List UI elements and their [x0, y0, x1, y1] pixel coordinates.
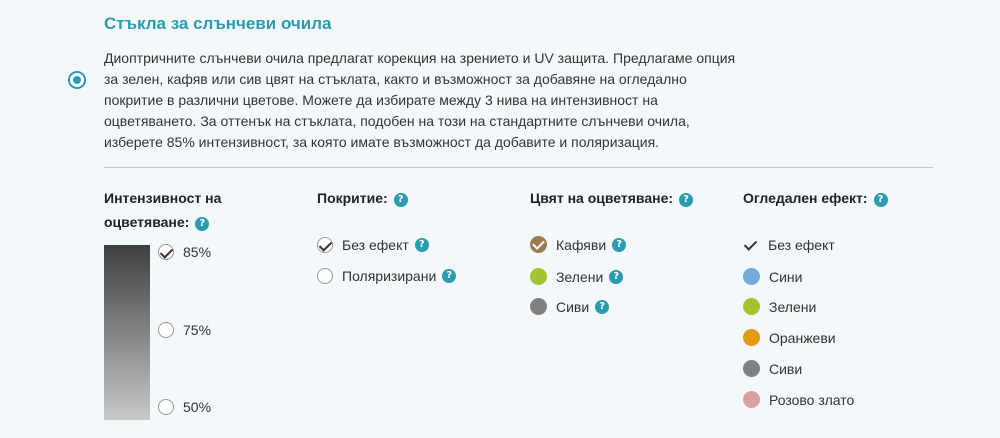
coating-option-none[interactable]: Без ефект?	[317, 237, 429, 253]
section-description: Диоптричните слънчеви очила предлагат ко…	[104, 50, 736, 150]
radio-icon	[158, 399, 174, 415]
gray-swatch-icon	[530, 298, 547, 315]
help-icon[interactable]: ?	[873, 193, 888, 207]
section-title: Стъкла за слънчеви очила	[104, 14, 332, 33]
green-swatch-icon	[530, 268, 547, 285]
check-icon	[158, 244, 174, 260]
intensity-option-85[interactable]: 85%	[158, 244, 211, 260]
tint-column: Цвят на оцветяване:?	[530, 186, 694, 210]
mirror-option-orange[interactable]: Оранжеви	[743, 329, 836, 346]
mirror-option-none[interactable]: Без ефект	[743, 237, 835, 253]
mirror-column: Огледален ефект:?	[743, 186, 888, 210]
help-icon[interactable]: ?	[195, 217, 210, 231]
coating-column: Покритие:?	[317, 186, 408, 210]
mirror-option-blue[interactable]: Сини	[743, 268, 802, 285]
brown-swatch-icon	[530, 236, 547, 253]
green-swatch-icon	[743, 298, 760, 315]
check-icon	[317, 237, 333, 253]
mirror-option-gray[interactable]: Сиви	[743, 360, 802, 377]
help-icon[interactable]: ?	[414, 238, 429, 252]
mirror-option-green[interactable]: Зелени	[743, 298, 816, 315]
lens-type-radio[interactable]	[68, 71, 86, 89]
help-icon[interactable]: ?	[595, 299, 610, 314]
tint-option-brown[interactable]: Кафяви?	[530, 236, 627, 253]
coating-title: Покритие:?	[317, 186, 408, 210]
help-icon[interactable]: ?	[393, 193, 408, 207]
help-icon[interactable]: ?	[679, 193, 694, 207]
tint-title: Цвят на оцветяване:?	[530, 186, 694, 210]
blue-swatch-icon	[743, 268, 760, 285]
radio-icon	[317, 268, 333, 284]
divider	[104, 167, 933, 168]
mirror-title: Огледален ефект:?	[743, 186, 888, 210]
intensity-option-75[interactable]: 75%	[158, 322, 211, 338]
tint-option-green[interactable]: Зелени?	[530, 268, 624, 285]
mirror-option-rose-gold[interactable]: Розово злато	[743, 391, 854, 408]
gray-swatch-icon	[743, 360, 760, 377]
intensity-title: Интензивност на оцветяване:?	[104, 190, 222, 231]
intensity-column: Интензивност на оцветяване:?	[104, 186, 221, 234]
check-icon	[743, 237, 759, 253]
tint-option-gray[interactable]: Сиви?	[530, 298, 610, 315]
help-icon[interactable]: ?	[612, 237, 627, 252]
orange-swatch-icon	[743, 329, 760, 346]
intensity-gradient	[104, 245, 150, 420]
intensity-option-50[interactable]: 50%	[158, 399, 211, 415]
radio-icon	[158, 322, 174, 338]
rose-gold-swatch-icon	[743, 391, 760, 408]
coating-option-polarized[interactable]: Поляризирани?	[317, 268, 457, 284]
help-icon[interactable]: ?	[609, 269, 624, 284]
help-icon[interactable]: ?	[442, 269, 457, 283]
